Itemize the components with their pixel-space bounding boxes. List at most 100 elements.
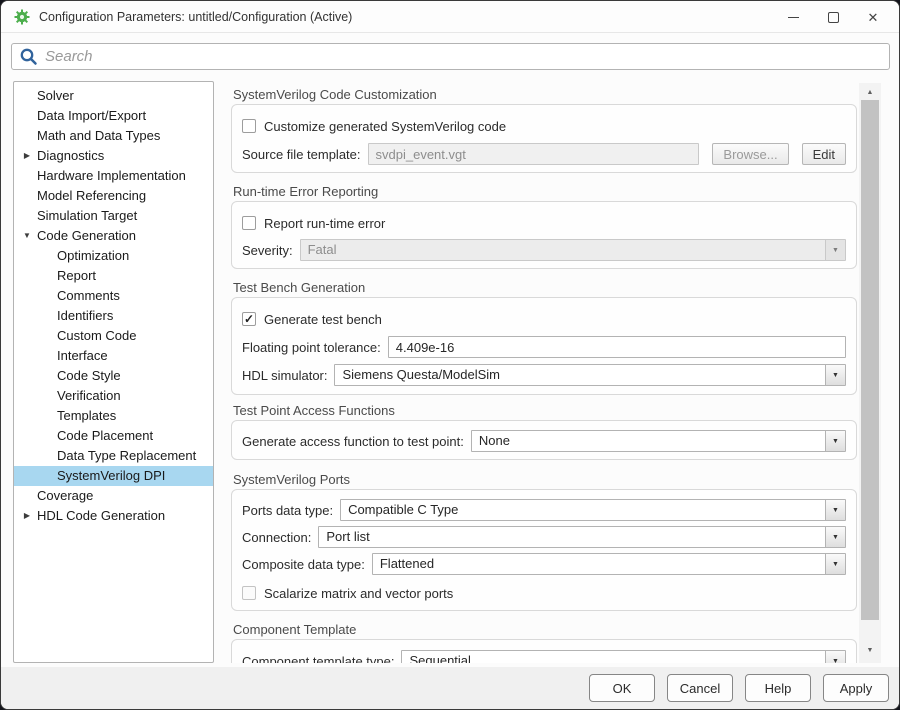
- close-icon: ✕: [868, 11, 879, 24]
- sidebar-item-label: Model Referencing: [37, 188, 146, 203]
- tree-collapsed-icon[interactable]: ▶: [21, 146, 33, 166]
- ok-button[interactable]: OK: [589, 674, 655, 702]
- settings-pane: SystemVerilog Code Customization Customi…: [229, 81, 858, 663]
- connection-label: Connection:: [242, 530, 311, 545]
- report-runtime-error-checkbox[interactable]: [242, 216, 256, 230]
- desktop-background: Configuration Parameters: untitled/Confi…: [0, 0, 900, 710]
- search-input[interactable]: [38, 48, 889, 65]
- title-bar[interactable]: Configuration Parameters: untitled/Confi…: [1, 1, 899, 33]
- vertical-scrollbar[interactable]: ▲ ▼: [859, 83, 881, 663]
- simulink-settings-gear-icon: [14, 9, 30, 25]
- sidebar-item-hdl-code-generation[interactable]: ▶HDL Code Generation: [14, 506, 213, 526]
- help-button[interactable]: Help: [745, 674, 811, 702]
- severity-value: Fatal: [301, 240, 825, 260]
- sidebar-item-diagnostics[interactable]: ▶ Diagnostics: [14, 146, 213, 166]
- group-component-template: Component template type: Sequential ▼: [231, 639, 857, 663]
- group-test-point: Generate access function to test point: …: [231, 420, 857, 460]
- chevron-down-icon[interactable]: ▼: [825, 500, 845, 520]
- sidebar-item-solver[interactable]: Solver: [14, 86, 213, 106]
- sidebar-item-code-style[interactable]: Code Style: [14, 366, 213, 386]
- sidebar-item-label: Simulation Target: [37, 208, 137, 223]
- browse-button[interactable]: Browse...: [712, 143, 788, 165]
- sidebar-item-label: Diagnostics: [37, 148, 104, 163]
- sidebar-item-comments[interactable]: Comments: [14, 286, 213, 306]
- severity-label: Severity:: [242, 243, 293, 258]
- access-function-label: Generate access function to test point:: [242, 434, 464, 449]
- search-bar: [11, 43, 890, 70]
- sidebar-item-simulation-target[interactable]: Simulation Target: [14, 206, 213, 226]
- window-controls: ✕: [773, 1, 893, 33]
- sidebar-item-label: Identifiers: [57, 308, 113, 323]
- sidebar-item-verification[interactable]: Verification: [14, 386, 213, 406]
- group-sv-ports: Ports data type: Compatible C Type ▼ Con…: [231, 489, 857, 611]
- connection-value: Port list: [319, 527, 825, 547]
- scroll-up-icon[interactable]: ▲: [859, 85, 881, 100]
- hdl-simulator-value: Siemens Questa/ModelSim: [335, 365, 825, 385]
- sidebar-item-interface[interactable]: Interface: [14, 346, 213, 366]
- sidebar-item-code-generation[interactable]: ▼ Code Generation: [14, 226, 213, 246]
- scalarize-ports-label: Scalarize matrix and vector ports: [264, 586, 453, 601]
- group-runtime-error: Report run-time error Severity: Fatal ▼: [231, 201, 857, 269]
- component-template-type-label: Component template type:: [242, 654, 394, 664]
- edit-button[interactable]: Edit: [802, 143, 846, 165]
- tree-expanded-icon[interactable]: ▼: [21, 226, 33, 246]
- sidebar-item-label: Custom Code: [57, 328, 136, 343]
- sidebar-item-label: Interface: [57, 348, 108, 363]
- section-title-runtime-error: Run-time Error Reporting: [233, 184, 378, 199]
- hdl-simulator-label: HDL simulator:: [242, 368, 327, 383]
- customize-sv-code-checkbox[interactable]: [242, 119, 256, 133]
- access-function-value: None: [472, 431, 825, 451]
- sidebar-item-code-placement[interactable]: Code Placement: [14, 426, 213, 446]
- chevron-down-icon[interactable]: ▼: [825, 240, 845, 260]
- search-icon: [19, 47, 38, 66]
- scalarize-ports-checkbox[interactable]: [242, 586, 256, 600]
- chevron-down-icon[interactable]: ▼: [825, 651, 845, 663]
- chevron-down-icon[interactable]: ▼: [825, 527, 845, 547]
- sidebar-item-hardware-implementation[interactable]: Hardware Implementation: [14, 166, 213, 186]
- chevron-down-icon[interactable]: ▼: [825, 554, 845, 574]
- report-runtime-error-label: Report run-time error: [264, 216, 385, 231]
- sidebar-item-label: Data Import/Export: [37, 108, 146, 123]
- cancel-button[interactable]: Cancel: [667, 674, 733, 702]
- sidebar-item-model-referencing[interactable]: Model Referencing: [14, 186, 213, 206]
- sidebar-item-data-import-export[interactable]: Data Import/Export: [14, 106, 213, 126]
- minimize-button[interactable]: [773, 1, 813, 33]
- sidebar-item-coverage[interactable]: Coverage: [14, 486, 213, 506]
- floating-point-tolerance-field[interactable]: [388, 336, 846, 358]
- sidebar-item-label: Report: [57, 268, 96, 283]
- tree-collapsed-icon[interactable]: ▶: [21, 506, 33, 526]
- sidebar-item-label: Verification: [57, 388, 121, 403]
- sidebar-item-data-type-replacement[interactable]: Data Type Replacement: [14, 446, 213, 466]
- severity-dropdown[interactable]: Fatal ▼: [300, 239, 846, 261]
- generate-test-bench-label: Generate test bench: [264, 312, 382, 327]
- sidebar-item-custom-code[interactable]: Custom Code: [14, 326, 213, 346]
- chevron-down-icon[interactable]: ▼: [825, 431, 845, 451]
- sidebar-item-label: Coverage: [37, 488, 93, 503]
- dialog-footer: OK Cancel Help Apply: [1, 667, 899, 709]
- ports-data-type-value: Compatible C Type: [341, 500, 825, 520]
- scroll-down-icon[interactable]: ▼: [859, 643, 881, 658]
- composite-data-type-dropdown[interactable]: Flattened ▼: [372, 553, 846, 575]
- apply-button[interactable]: Apply: [823, 674, 889, 702]
- sidebar-item-math-and-data-types[interactable]: Math and Data Types: [14, 126, 213, 146]
- hdl-simulator-dropdown[interactable]: Siemens Questa/ModelSim ▼: [334, 364, 846, 386]
- scrollbar-thumb[interactable]: [861, 100, 879, 620]
- sidebar-item-optimization[interactable]: Optimization: [14, 246, 213, 266]
- access-function-dropdown[interactable]: None ▼: [471, 430, 846, 452]
- group-sv-code-customization: Customize generated SystemVerilog code S…: [231, 104, 857, 173]
- ports-data-type-dropdown[interactable]: Compatible C Type ▼: [340, 499, 846, 521]
- sidebar-item-label: SystemVerilog DPI: [57, 468, 165, 483]
- close-button[interactable]: ✕: [853, 1, 893, 33]
- sidebar-item-label: Solver: [37, 88, 74, 103]
- component-template-type-dropdown[interactable]: Sequential ▼: [401, 650, 846, 663]
- sidebar-item-report[interactable]: Report: [14, 266, 213, 286]
- generate-test-bench-checkbox[interactable]: ✓: [242, 312, 256, 326]
- sidebar-item-identifiers[interactable]: Identifiers: [14, 306, 213, 326]
- connection-dropdown[interactable]: Port list ▼: [318, 526, 846, 548]
- sidebar-item-label: Code Generation: [37, 228, 136, 243]
- source-file-template-field[interactable]: [368, 143, 700, 165]
- chevron-down-icon[interactable]: ▼: [825, 365, 845, 385]
- maximize-button[interactable]: [813, 1, 853, 33]
- sidebar-item-systemverilog-dpi[interactable]: SystemVerilog DPI: [14, 466, 213, 486]
- sidebar-item-templates[interactable]: Templates: [14, 406, 213, 426]
